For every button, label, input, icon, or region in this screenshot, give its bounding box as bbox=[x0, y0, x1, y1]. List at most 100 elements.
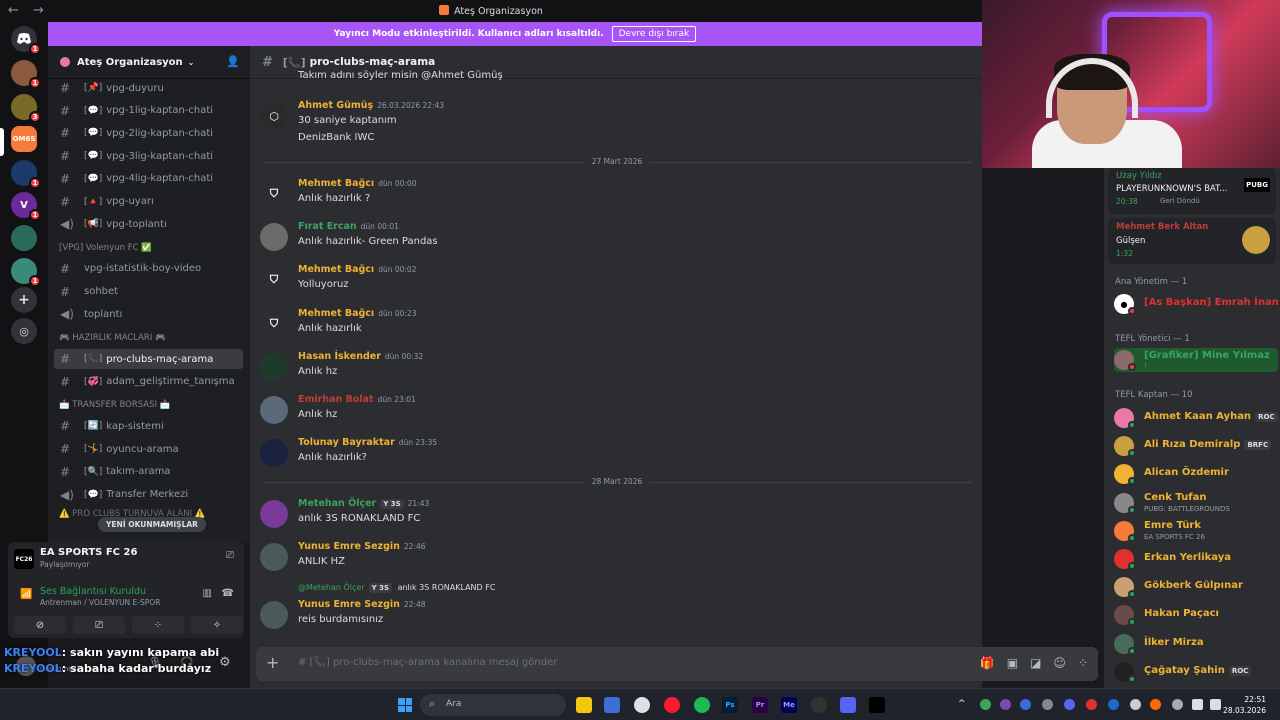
media-encoder-icon[interactable]: Me bbox=[781, 697, 797, 713]
channel-item[interactable]: # [💬] vpg-3lig-kaptan-chati bbox=[54, 146, 243, 166]
premiere-icon[interactable]: Pr bbox=[752, 697, 768, 713]
channel-item[interactable]: # [💞] adam_geliştirme_tanışma bbox=[54, 372, 243, 392]
store-icon[interactable] bbox=[604, 697, 620, 713]
windows-start-icon[interactable] bbox=[398, 698, 412, 712]
server-icon-7[interactable]: 1 bbox=[11, 258, 41, 287]
network-icon[interactable] bbox=[1192, 699, 1203, 710]
noise-suppression-icon[interactable]: ▥ bbox=[203, 588, 212, 599]
avatar[interactable] bbox=[260, 500, 288, 528]
member-item[interactable]: Emre Türk EA SPORTS FC 26 bbox=[1114, 519, 1278, 543]
channel-item[interactable]: # [📞] pro-clubs-maç-arama bbox=[54, 349, 243, 369]
channel-item[interactable]: # [💬] vpg-2lig-kaptan-chati bbox=[54, 123, 243, 143]
channel-item[interactable]: # [📌] vpg-duyuru bbox=[54, 78, 243, 98]
channel-item[interactable]: ◀) toplantı bbox=[54, 304, 243, 324]
attach-plus-icon[interactable]: + bbox=[266, 653, 279, 672]
server-icon-1[interactable]: 1 bbox=[11, 60, 41, 89]
channel-item[interactable]: # [🤸] oyuncu-arama bbox=[54, 439, 243, 459]
tray-icon[interactable] bbox=[1064, 699, 1075, 710]
tray-icon[interactable] bbox=[1042, 699, 1053, 710]
tray-icon[interactable] bbox=[1150, 699, 1161, 710]
activities-icon[interactable]: ⁘ bbox=[132, 616, 184, 634]
message-composer[interactable]: + # [📞] pro-clubs-maç-arama kanalına mes… bbox=[256, 647, 1098, 681]
avatar[interactable]: ⛉ bbox=[260, 310, 288, 338]
avatar[interactable]: ⛉ bbox=[260, 180, 288, 208]
member-item[interactable]: Erkan Yerlikaya bbox=[1114, 547, 1278, 571]
soundboard-icon[interactable]: ✧ bbox=[191, 616, 243, 634]
tray-icon[interactable] bbox=[1086, 699, 1097, 710]
opera-icon[interactable] bbox=[664, 697, 680, 713]
explore-icon[interactable]: ◎ bbox=[11, 318, 37, 344]
gift-icon[interactable]: 🎁 bbox=[980, 656, 995, 670]
disable-streamer-mode-button[interactable]: Devre dışı bırak bbox=[611, 26, 697, 42]
add-server-icon[interactable]: + bbox=[11, 287, 37, 313]
tray-icon[interactable] bbox=[1000, 699, 1011, 710]
message-author[interactable]: Mehmet Bağcı bbox=[298, 178, 374, 189]
new-unreads-pill[interactable]: YENİ OKUNMAMIŞLAR bbox=[98, 517, 206, 532]
message-author[interactable]: Fırat Ercan bbox=[298, 221, 357, 232]
server-icon-ates[interactable]: OM6S bbox=[11, 126, 37, 152]
tray-icon[interactable] bbox=[1130, 699, 1141, 710]
avatar[interactable] bbox=[260, 223, 288, 251]
discord-home-icon[interactable]: 1 bbox=[11, 26, 41, 55]
message-author[interactable]: Mehmet Bağcı bbox=[298, 308, 374, 319]
volume-icon[interactable] bbox=[1210, 699, 1221, 710]
avatar[interactable]: ⛉ bbox=[260, 266, 288, 294]
channel-item[interactable]: # sohbet bbox=[54, 282, 243, 302]
avatar[interactable] bbox=[260, 543, 288, 571]
server-icon-volenyun[interactable]: V1 bbox=[11, 192, 41, 221]
tray-icon[interactable] bbox=[1108, 699, 1119, 710]
channel-item[interactable]: # [🔺] vpg-uyarı bbox=[54, 192, 243, 212]
tray-icon[interactable] bbox=[980, 699, 991, 710]
sticker-icon[interactable]: ◪ bbox=[1030, 656, 1041, 670]
channel-item[interactable]: # [💬] vpg-4lig-kaptan-chati bbox=[54, 169, 243, 189]
reply-preview[interactable]: @Metehan Ölçer Y 3S anlık 3S RONAKLAND FC bbox=[298, 583, 495, 593]
member-item[interactable]: İlker Mirza bbox=[1114, 632, 1278, 656]
channel-item[interactable]: ◀) [📢] vpg-toplantı bbox=[54, 214, 243, 234]
taskbar-search[interactable]: Ara bbox=[420, 694, 566, 716]
member-item[interactable]: Ali Rıza Demiralp BRFC bbox=[1114, 434, 1278, 458]
channel-category[interactable]: [VPG] Volenyun FC ✅ bbox=[59, 243, 152, 253]
clock[interactable]: 22:51 28.03.2026 bbox=[1223, 694, 1266, 716]
message-input[interactable]: # [📞] pro-clubs-maç-arama kanalına mesaj… bbox=[298, 657, 557, 668]
emoji-icon[interactable]: ☺ bbox=[1053, 656, 1066, 670]
channel-item[interactable]: # [💬] vpg-1lig-kaptan-chati bbox=[54, 101, 243, 121]
message-author[interactable]: Ahmet Gümüş bbox=[298, 100, 373, 111]
avatar[interactable]: ⬡ bbox=[260, 102, 288, 130]
channel-item[interactable]: # vpg-istatistik-boy-video bbox=[54, 259, 243, 279]
tray-chevron-icon[interactable]: ^ bbox=[958, 699, 969, 710]
ea-app-icon[interactable] bbox=[869, 697, 885, 713]
message-author[interactable]: Yunus Emre Sezgin bbox=[298, 541, 400, 552]
avatar[interactable] bbox=[260, 396, 288, 424]
member-item[interactable]: Alican Özdemir bbox=[1114, 462, 1278, 486]
screen-share-icon[interactable]: ⎚ bbox=[226, 550, 234, 561]
mic-tray-icon[interactable] bbox=[1172, 699, 1183, 710]
spotify-icon[interactable] bbox=[694, 697, 710, 713]
member-item[interactable]: Cenk Tufan PUBG: BATTLEGROUNDS bbox=[1114, 491, 1278, 515]
server-icon-4[interactable]: 1 bbox=[11, 160, 41, 189]
member-item[interactable]: Ahmet Kaan Ayhan ROC bbox=[1114, 406, 1278, 430]
channel-category[interactable]: 📩 TRANSFER BORSASI 📩 bbox=[59, 400, 170, 410]
screen-share-button[interactable]: ⎚ bbox=[73, 616, 125, 634]
channel-item[interactable]: ◀) [💬] Transfer Merkezi bbox=[54, 485, 243, 505]
channel-item[interactable]: # [🔍] takım-arama bbox=[54, 462, 243, 482]
member-item[interactable]: Gökberk Gülpınar bbox=[1114, 575, 1278, 599]
member-item[interactable]: Hakan Paçacı bbox=[1114, 603, 1278, 627]
member-item[interactable]: Çağatay Şahin ROC bbox=[1114, 660, 1278, 684]
avatar[interactable] bbox=[260, 601, 288, 629]
server-icon-2[interactable]: 3 bbox=[11, 94, 41, 123]
tray-icon[interactable] bbox=[1020, 699, 1031, 710]
discord-taskbar-icon[interactable] bbox=[840, 697, 856, 713]
disconnect-icon[interactable]: ☎ bbox=[222, 588, 234, 599]
server-icon-6[interactable] bbox=[11, 225, 37, 251]
obs-icon[interactable] bbox=[811, 697, 827, 713]
message-author[interactable]: Mehmet Bağcı bbox=[298, 264, 374, 275]
message-author[interactable]: Tolunay Bayraktar bbox=[298, 437, 395, 448]
channel-category[interactable]: 🎮 HAZIRLIK MACLARI 🎮 bbox=[59, 333, 166, 343]
photoshop-icon[interactable]: Ps bbox=[722, 697, 738, 713]
camera-off-icon[interactable]: ⊘ bbox=[14, 616, 66, 634]
apps-icon[interactable]: ⁘ bbox=[1078, 656, 1088, 670]
message-author[interactable]: Metehan Ölçer bbox=[298, 498, 376, 509]
channel-item[interactable]: # [🔄] kap-sistemi bbox=[54, 416, 243, 436]
message-author[interactable]: Emirhan Bolat bbox=[298, 394, 374, 405]
gif-icon[interactable]: ▣ bbox=[1007, 656, 1018, 670]
